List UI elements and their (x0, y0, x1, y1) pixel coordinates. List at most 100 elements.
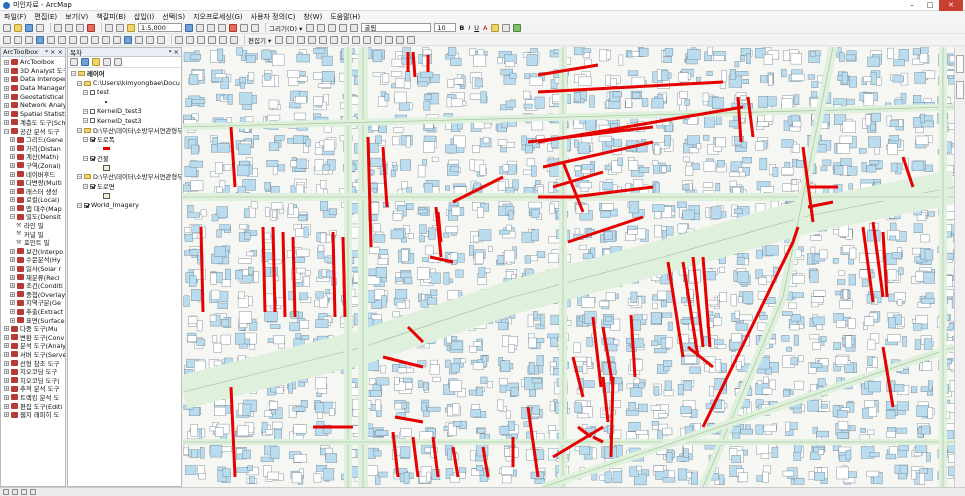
expand-icon[interactable]: + (10, 283, 15, 289)
toolbox-item[interactable]: + 보간(Interpo (2, 247, 65, 256)
polygon-symbol-swatch[interactable] (103, 164, 110, 171)
road-width-segment[interactable] (199, 226, 205, 313)
toolbox-item[interactable]: + 계산(Math) (2, 153, 65, 161)
expand-icon[interactable]: + (4, 76, 9, 82)
copy-icon[interactable] (65, 23, 73, 32)
split-icon[interactable] (374, 35, 383, 44)
editor-toolbar-icon[interactable] (185, 23, 193, 32)
pan-icon[interactable] (25, 35, 33, 44)
text-icon[interactable] (339, 23, 348, 32)
menu-item[interactable]: 선택(S) (162, 12, 185, 22)
toc-row[interactable]: − KernelD_test3 (69, 107, 181, 116)
road-width-segment[interactable] (291, 236, 297, 318)
expand-icon[interactable]: + (4, 343, 9, 349)
catalog-icon[interactable] (207, 23, 215, 32)
forward-extent-icon[interactable] (80, 35, 88, 44)
model-builder-icon[interactable] (251, 23, 259, 32)
list-by-selection-icon[interactable] (103, 58, 111, 66)
collapse-icon[interactable]: − (83, 118, 88, 124)
expand-icon[interactable]: + (4, 377, 9, 383)
search-dock-tab[interactable] (956, 81, 964, 99)
menu-item[interactable]: 보기(V) (65, 12, 88, 22)
collapse-icon[interactable]: − (83, 155, 88, 161)
reshape-icon[interactable] (352, 35, 361, 44)
toc-row[interactable]: − 도로면 (69, 182, 181, 191)
toc-row[interactable]: − 레이어 (69, 69, 181, 78)
toc-row[interactable]: − D:\부산\데이터\소방부서연관형부서 (69, 172, 181, 181)
toc-pin-close-icon[interactable]: ᵠ × (169, 48, 179, 56)
menu-item[interactable]: 파일(F) (4, 12, 26, 22)
toolbox-item[interactable]: + 웹지 래피히 도 (2, 410, 65, 419)
drawing-menu[interactable]: 그리기(D) ▾ (269, 23, 302, 33)
callout-icon[interactable] (350, 23, 359, 32)
expand-icon[interactable]: + (4, 351, 9, 357)
zoom-whole-page-icon[interactable] (186, 35, 194, 44)
toolbox-item[interactable]: ⚒ 커널 밀 (2, 230, 65, 239)
collapse-icon[interactable]: − (83, 89, 88, 95)
underline-button[interactable]: U (474, 24, 479, 32)
road-width-segment[interactable] (331, 231, 337, 318)
point-symbol-swatch[interactable] (105, 100, 107, 103)
cut-polygons-icon[interactable] (363, 35, 372, 44)
layer-visibility-checkbox[interactable] (90, 155, 95, 161)
expand-icon[interactable]: + (10, 145, 15, 151)
find-icon[interactable] (135, 35, 143, 44)
road-width-segment[interactable] (341, 236, 347, 318)
delete-icon[interactable] (87, 23, 95, 32)
expand-icon[interactable]: + (4, 94, 9, 100)
road-width-segment[interactable] (271, 226, 277, 313)
select-pointer-icon[interactable] (113, 35, 121, 44)
toolbox-item[interactable]: + Data Management (2, 84, 65, 93)
toolbox-item[interactable]: + 그리드(Gene (2, 135, 65, 144)
toolbox-item[interactable]: + 맵 대수(Map (2, 204, 65, 213)
expand-icon[interactable]: + (10, 274, 15, 280)
expand-icon[interactable]: + (10, 162, 15, 168)
expand-icon[interactable]: + (10, 309, 15, 315)
expand-icon[interactable]: + (10, 291, 15, 297)
layer-visibility-checkbox[interactable] (90, 136, 95, 142)
toolbox-item[interactable]: + Geostatistical An (2, 92, 65, 101)
toolbox-item[interactable]: + 조건(Conditi (2, 281, 65, 290)
toolbox-item[interactable]: + 래스터 생성 (2, 187, 65, 196)
layer-visibility-checkbox[interactable] (90, 118, 95, 124)
undo-icon[interactable] (105, 23, 113, 32)
toc-row[interactable]: − test (69, 88, 181, 97)
expand-icon[interactable]: + (10, 197, 15, 203)
road-width-segment[interactable] (261, 226, 267, 313)
expand-icon[interactable]: + (4, 102, 9, 108)
redo-icon[interactable] (116, 23, 124, 32)
expand-icon[interactable]: + (10, 154, 15, 160)
toc-row[interactable]: − D:\부산\데이터\소방부서연관형부서 (69, 125, 181, 135)
data-driven-pages-icon[interactable] (230, 35, 238, 44)
collapse-icon[interactable]: − (77, 202, 82, 208)
toolbox-item[interactable]: + 지오코딩 도구( (2, 376, 65, 385)
toolbox-item[interactable]: + 다변량(Multi (2, 178, 65, 187)
toc-row[interactable]: − 도로폭 (69, 135, 181, 144)
toolbox-item[interactable]: + 중첩(Overlay (2, 290, 65, 299)
expand-icon[interactable]: + (4, 386, 9, 392)
collapse-icon[interactable]: − (71, 71, 76, 77)
toc-row[interactable]: − KernelD_test3 (69, 116, 181, 125)
focus-data-frame-icon[interactable] (208, 35, 216, 44)
collapse-icon[interactable]: − (83, 136, 88, 142)
back-extent-icon[interactable] (69, 35, 77, 44)
arctoolbox-pin-close-icon[interactable]: ᵠ × × (45, 48, 63, 56)
expand-icon[interactable]: + (10, 188, 15, 194)
toolbox-item[interactable]: − 밀도(Densit (2, 213, 65, 221)
select-features-icon[interactable] (91, 35, 99, 44)
change-layout-icon[interactable] (219, 35, 227, 44)
toolbox-item[interactable]: ⚒ 라인 밀 (2, 221, 65, 230)
toolbox-item[interactable]: + Network Analyst (2, 101, 65, 110)
trace-icon[interactable] (319, 35, 328, 44)
arctoolbox-icon[interactable] (229, 23, 237, 32)
toolbox-item[interactable]: + 계층도 도구(Sch (2, 118, 65, 127)
collapse-icon[interactable]: − (83, 108, 88, 114)
data-view-icon[interactable] (3, 489, 9, 495)
font-color-button[interactable]: A (483, 24, 487, 32)
fill-color-icon[interactable] (491, 23, 500, 32)
expand-icon[interactable]: + (10, 266, 15, 272)
toolbox-item[interactable]: + 분석 도구(Analy (2, 342, 65, 350)
expand-icon[interactable]: + (4, 68, 9, 74)
expand-icon[interactable]: + (10, 317, 15, 323)
layer-visibility-checkbox[interactable] (90, 108, 95, 114)
